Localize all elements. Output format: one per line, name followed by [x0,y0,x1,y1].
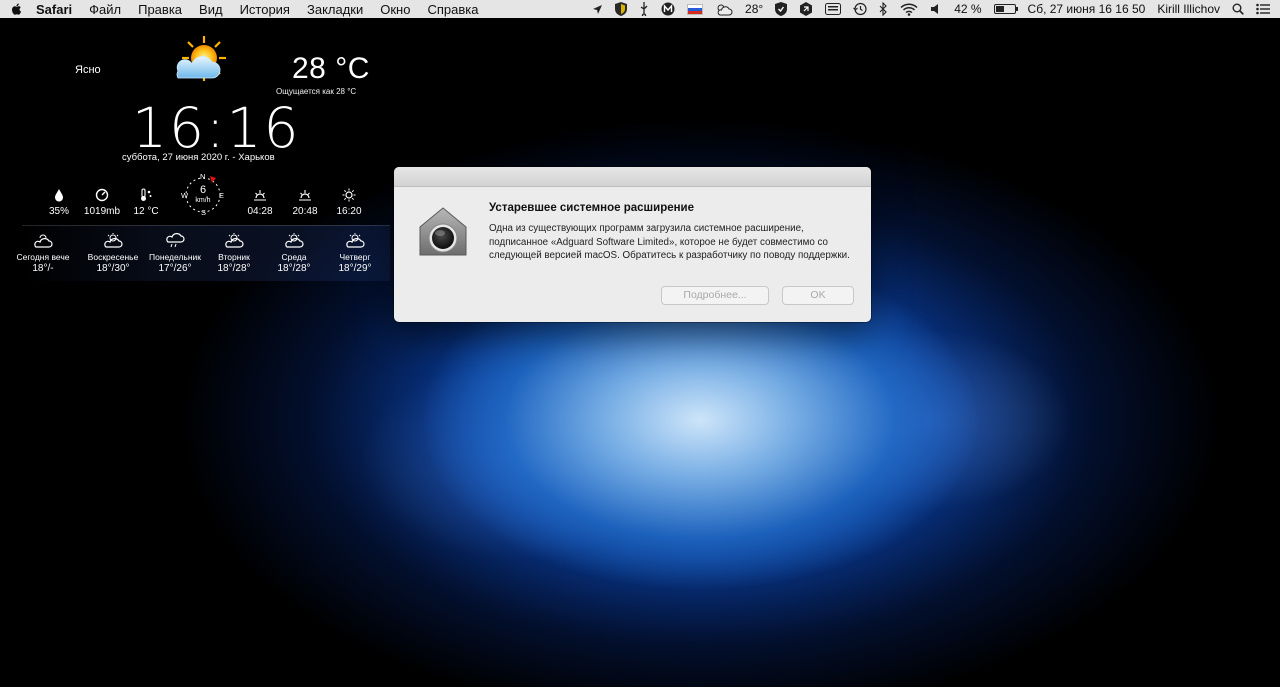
menu-file[interactable]: Файл [89,2,121,17]
weather-condition: Ясно [75,64,101,76]
sunrise-value: 04:28 [247,206,273,217]
pressure-gauge-icon [95,188,109,202]
sunset-value: 20:48 [292,206,318,217]
forecast-temps: 18°/28° [217,263,251,274]
widget-date-location: суббота, 27 июня 2020 г. - Харьков [122,152,275,163]
apple-menu-icon[interactable] [10,2,24,16]
spotlight-search-icon[interactable] [1232,1,1244,17]
menu-bookmarks[interactable]: Закладки [307,2,363,17]
forecast-strip: Сегодня вече 18°/- Воскресенье 18°/30° П… [17,225,390,281]
menu-edit[interactable]: Правка [138,2,182,17]
forecast-temps: 18°/30° [96,263,130,274]
forecast-day-label: Сегодня вече [16,252,70,262]
menu-clock[interactable]: Сб, 27 июня 16 16 50 [1028,2,1146,16]
cloud-rain-icon [166,233,185,248]
sunrise-icon [254,190,266,201]
usb-icon[interactable] [639,1,649,17]
wind-compass: N E S W 6 km/h [180,172,226,218]
partly-cloudy-icon [104,233,123,248]
menu-app-name[interactable]: Safari [36,2,72,17]
weather-feels-like: Ощущается как 28 °C [276,87,357,96]
forecast-day-label: Среда [281,252,307,262]
pressure-stat: 1019mb [82,188,122,217]
forecast-day: Понедельник 17°/26° [144,232,206,274]
battery-icon[interactable] [993,1,1018,17]
ok-button[interactable]: OK [782,286,854,305]
dew-point-value: 12 °C [133,206,159,217]
location-arrow-icon[interactable] [592,1,603,17]
menu-window[interactable]: Окно [380,2,410,17]
weather-status-icon[interactable] [715,1,733,17]
forecast-temps: 18°/28° [277,263,311,274]
user-name[interactable]: Kirill Illichov [1157,2,1220,16]
malwarebytes-icon[interactable] [661,1,675,17]
forecast-day-label: Понедельник [148,252,202,262]
dialog-titlebar[interactable] [394,167,871,187]
forecast-day: Среда 18°/28° [263,232,325,274]
status-area: 28° 42 % Сб, 27 июня 16 16 50 Kirill Ill… [586,0,1280,18]
humidity-value: 35% [48,206,69,217]
daylight-value: 16:20 [336,206,362,217]
forecast-day: Сегодня вече 18°/- [12,232,74,274]
forecast-day: Вторник 18°/28° [203,232,265,274]
dialog-title: Устаревшее системное расширение [489,202,695,214]
keyboard-menu-icon[interactable] [825,1,842,17]
volume-icon[interactable] [930,1,942,17]
sunrise-stat: 04:28 [240,188,280,217]
partly-cloudy-icon [346,233,365,248]
menu-history[interactable]: История [240,2,290,17]
forecast-day-label: Четверг [339,252,371,262]
daylight-stat: 16:20 [329,188,369,217]
vpn-shield-icon[interactable] [775,1,788,17]
forecast-temps: 18°/29° [338,263,372,274]
wind-speed-unit: km/h [195,197,211,204]
forecast-temps: 17°/26° [158,263,192,274]
widget-clock: 16:16 [132,96,301,160]
partly-cloudy-icon [34,234,53,248]
weather-temperature: 28 °C [292,52,370,85]
forecast-day-label: Воскресенье [87,252,139,262]
sunset-stat: 20:48 [285,188,325,217]
bluetooth-icon[interactable] [879,1,888,17]
menu-view[interactable]: Вид [199,2,223,17]
battery-percent[interactable]: 42 % [954,2,981,16]
weather-widget: Ясно 28 °C Ощущается как 28 °C 16:16 суб… [0,18,390,283]
wifi-icon[interactable] [900,1,918,17]
thermometer-icon [141,188,152,201]
partly-cloudy-sun-icon [176,36,226,81]
dialog-message: Одна из существующих программ загрузила … [489,223,850,261]
wind-speed-value: 6 [199,184,207,196]
humidity-stat: 35% [39,188,79,217]
adguard-shield-icon[interactable] [615,1,628,17]
forecast-day-label: Вторник [218,252,250,262]
input-language-flag-icon[interactable] [687,1,704,17]
weather-status-temp[interactable]: 28° [745,2,763,16]
forecast-temps: 18°/- [32,263,54,274]
forecast-day: Воскресенье 18°/30° [82,232,144,274]
compass-north: N [200,172,206,181]
system-extension-alert: Устаревшее системное расширение Одна из … [394,167,871,322]
compass-south: S [201,208,207,217]
security-lock-icon [419,207,467,256]
menu-help[interactable]: Справка [427,2,478,17]
sun-icon [342,188,356,202]
sunset-icon [299,190,311,201]
pressure-value: 1019mb [83,206,121,217]
details-button[interactable]: Подробнее... [661,286,769,305]
menu-bar: Safari Файл Правка Вид История Закладки … [0,0,1280,18]
humidity-drop-icon [55,189,63,202]
forecast-day: Четверг 18°/29° [324,232,386,274]
notification-center-icon[interactable] [1256,1,1270,17]
partly-cloudy-icon [285,233,304,248]
time-machine-icon[interactable] [853,1,867,17]
partly-cloudy-icon [225,233,244,248]
dew-point-stat: 12 °C [126,188,166,217]
hexagon-app-icon[interactable] [799,1,813,17]
